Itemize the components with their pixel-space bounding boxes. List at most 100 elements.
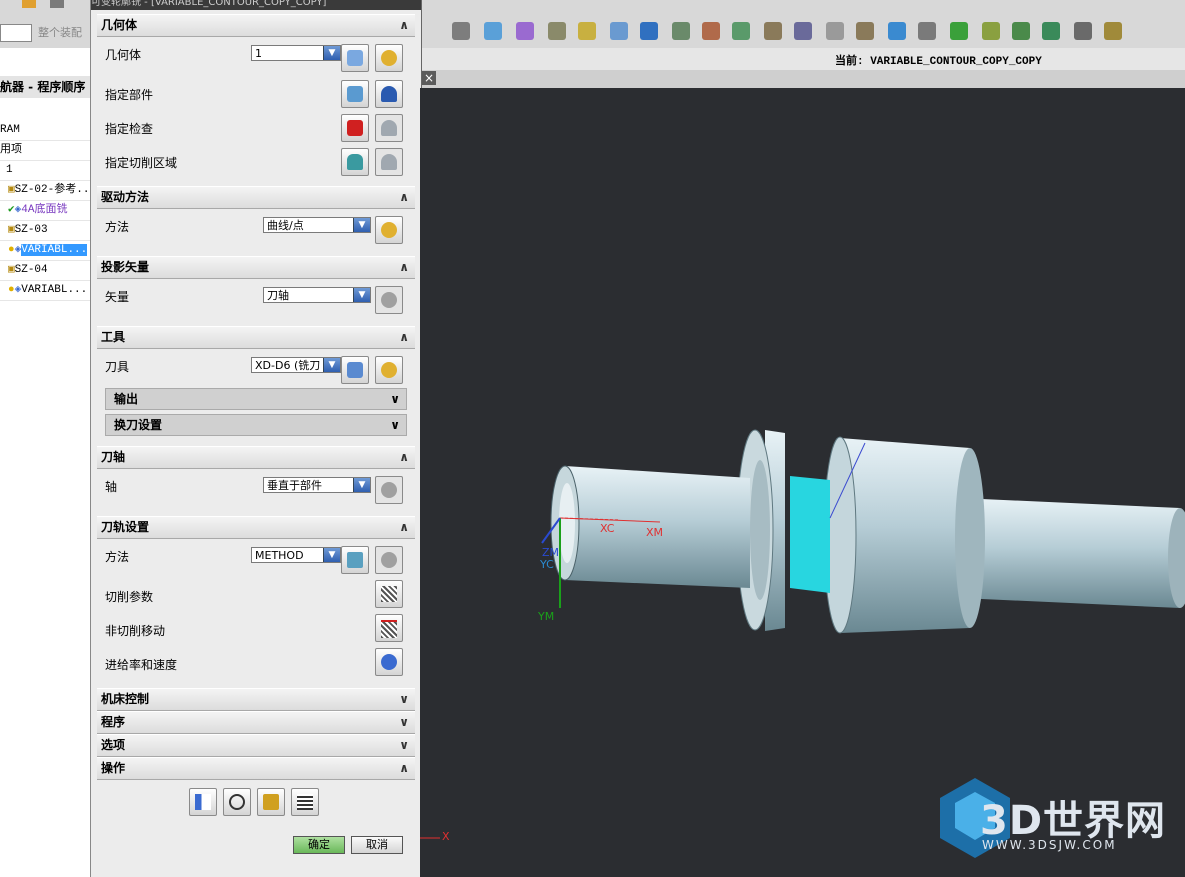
section-drive-header[interactable]: 驱动方法 ∧ [97, 186, 415, 209]
list-item[interactable]: ▣SZ-04 [0, 260, 90, 281]
list-icon [297, 794, 313, 810]
new-tool-button[interactable] [341, 356, 369, 384]
edit-tool-button[interactable] [375, 356, 403, 384]
edit-method-button[interactable] [375, 546, 403, 574]
solid-icon[interactable] [826, 22, 844, 40]
slope-icon[interactable] [856, 22, 874, 40]
verify-button[interactable] [257, 788, 285, 816]
chevron-up-icon: ∧ [399, 520, 409, 534]
drive-method-select[interactable]: 曲线/点 ▼ [263, 217, 371, 233]
list-item[interactable]: ▣SZ-02-参考... [0, 180, 90, 201]
yc-label: YC [540, 558, 554, 571]
list-item[interactable]: ▣SZ-03 [0, 220, 90, 241]
chevron-down-icon: ▼ [323, 548, 340, 562]
list-item[interactable]: ●◈VARIABL... [0, 280, 90, 301]
prt-icon[interactable] [640, 22, 658, 40]
toolbar-icon-2[interactable] [50, 0, 64, 8]
specify-check-button[interactable] [341, 114, 369, 142]
section-path-header[interactable]: 刀轨设置 ∧ [97, 516, 415, 539]
replay-button[interactable] [223, 788, 251, 816]
dxf-icon[interactable] [610, 22, 628, 40]
stack-icon[interactable] [672, 22, 690, 40]
flashlight-icon [381, 120, 397, 136]
display-check-button[interactable] [375, 114, 403, 142]
toolchange-subsection[interactable]: 换刀设置 ∨ [105, 414, 407, 436]
folder-icon: ▣ [8, 264, 15, 276]
graphics-viewport[interactable]: XC XM ZM YC YM X 3D世界网 WWW.3DSJW.COM [420, 88, 1185, 877]
vector-select[interactable]: 刀轴 ▼ [263, 287, 371, 303]
layers-icon[interactable] [548, 22, 566, 40]
ok-button[interactable]: 确定 [293, 836, 345, 854]
status-bar: 当前: VARIABLE_CONTOUR_COPY_COPY [420, 48, 1185, 71]
display-cut-area-button[interactable] [375, 148, 403, 176]
wrench-icon[interactable] [1104, 22, 1122, 40]
drill-icon[interactable] [982, 22, 1000, 40]
specify-part-label: 指定部件 [105, 88, 154, 102]
stack2-icon[interactable] [1074, 22, 1092, 40]
section-options-header[interactable]: 选项 ∨ [97, 734, 415, 757]
section-machine-header[interactable]: 机床控制 ∨ [97, 688, 415, 711]
edit-axis-button[interactable] [375, 476, 403, 504]
path-method-select[interactable]: METHOD ▼ [251, 547, 341, 563]
swap-icon[interactable] [516, 22, 534, 40]
section-projection-header[interactable]: 投影矢量 ∧ [97, 256, 415, 279]
cylinder-icon[interactable] [732, 22, 750, 40]
list-item[interactable]: ●◈VARIABL... [0, 240, 90, 261]
cancel-button[interactable]: 取消 [351, 836, 403, 854]
block-icon[interactable] [452, 22, 470, 40]
cut-params-button[interactable] [375, 580, 403, 608]
chevron-down-icon: ▼ [323, 358, 340, 372]
right-shaft [960, 498, 1180, 608]
edit-geometry-button[interactable] [375, 44, 403, 72]
generate-button[interactable] [189, 788, 217, 816]
list-button[interactable] [291, 788, 319, 816]
mill-icon[interactable] [888, 22, 906, 40]
output-subsection[interactable]: 输出 ∨ [105, 388, 407, 410]
close-icon[interactable]: × [422, 71, 436, 85]
list-item[interactable]: 用项 [0, 140, 90, 161]
section-actions-header[interactable]: 操作 ∧ [97, 757, 415, 780]
step-icon[interactable] [918, 22, 936, 40]
new-geometry-button[interactable] [341, 44, 369, 72]
geometry-select[interactable]: 1 ▼ [251, 45, 341, 61]
tool-icon[interactable] [1012, 22, 1030, 40]
display-part-button[interactable] [375, 80, 403, 108]
axis-select[interactable]: 垂直于部件 ▼ [263, 477, 371, 493]
box-icon[interactable] [764, 22, 782, 40]
current-operation-label: 当前: VARIABLE_CONTOUR_COPY_COPY [835, 56, 1042, 68]
specify-part-button[interactable] [341, 80, 369, 108]
cube-icon[interactable] [484, 22, 502, 40]
grid-icon[interactable] [702, 22, 720, 40]
feeds-speeds-button[interactable] [375, 648, 403, 676]
edit-vector-button[interactable] [375, 286, 403, 314]
noncut-moves-button[interactable] [375, 614, 403, 642]
specify-cut-area-button[interactable] [341, 148, 369, 176]
axis-label: 轴 [105, 480, 118, 494]
feeds-speeds-label: 进给率和速度 [105, 658, 178, 672]
k-icon[interactable] [794, 22, 812, 40]
flashlight-icon [381, 86, 397, 102]
new-method-button[interactable] [341, 546, 369, 574]
chevron-down-icon: ▼ [353, 218, 370, 232]
wrench-icon [381, 50, 397, 66]
check-icon[interactable] [950, 22, 968, 40]
tool-select[interactable]: XD-D6 (铣刀 ▼ [251, 357, 341, 373]
toolbar-icon-1[interactable] [22, 0, 36, 8]
list-item[interactable]: RAM [0, 120, 90, 141]
noncut-moves-label: 非切削移动 [105, 624, 166, 638]
panel-icon[interactable] [1042, 22, 1060, 40]
list-item[interactable]: 1 [0, 160, 90, 181]
specify-check-label: 指定检查 [105, 122, 154, 136]
list-item[interactable]: ✔◈4A底面铣 [0, 200, 90, 221]
chevron-up-icon: ∧ [399, 190, 409, 204]
selection-filter-select[interactable] [0, 24, 32, 42]
section-geometry-header[interactable]: 几何体 ∧ [97, 14, 415, 37]
section-axis-header[interactable]: 刀轴 ∧ [97, 446, 415, 469]
section-tool-header[interactable]: 工具 ∧ [97, 326, 415, 349]
wrench-icon [381, 292, 397, 308]
sheet-icon[interactable] [578, 22, 596, 40]
main-cylinder-end [955, 448, 985, 628]
section-program-header[interactable]: 程序 ∨ [97, 711, 415, 734]
edit-drive-button[interactable] [375, 216, 403, 244]
chevron-up-icon: ∧ [399, 450, 409, 464]
